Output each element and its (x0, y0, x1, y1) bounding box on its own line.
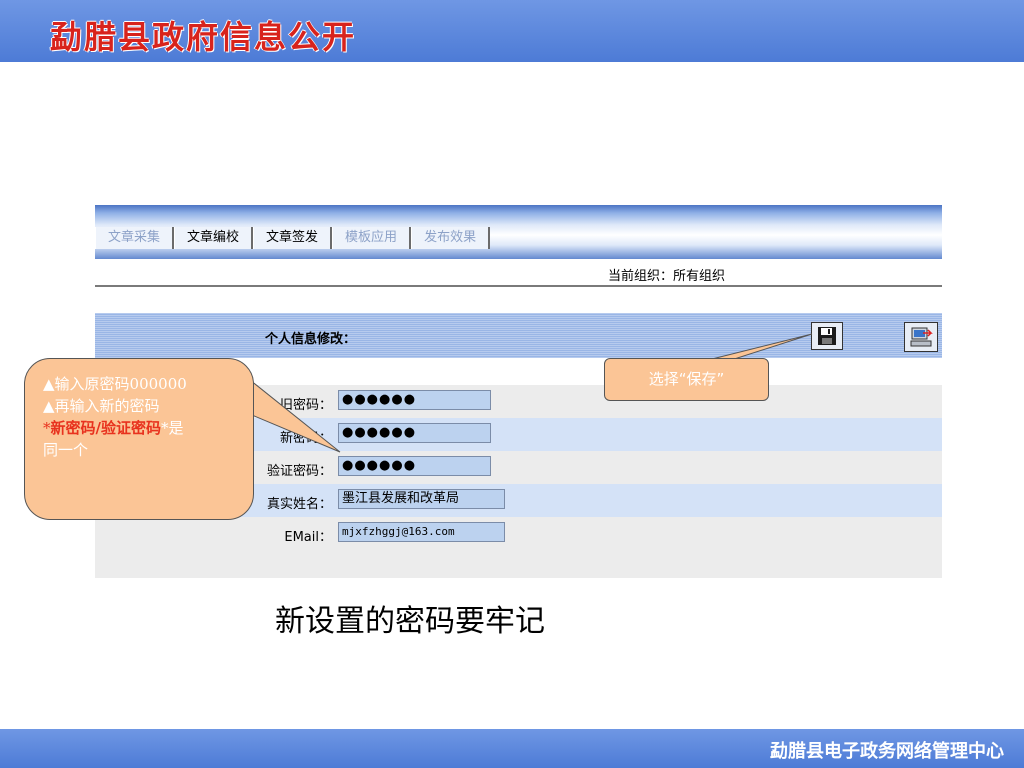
callout-line-3: *新密码/验证密码*是 (43, 417, 245, 439)
panel-title: 个人信息修改： (265, 332, 357, 347)
tab-article-edit[interactable]: 文章编校 (174, 227, 254, 249)
email-row: EMail： mjxfzhggj@163.com (95, 517, 942, 550)
panel-header: 个人信息修改： (95, 313, 942, 358)
tab-template-apply[interactable]: 模板应用 (332, 227, 412, 249)
callout-star-a: * (43, 419, 51, 437)
exit-button[interactable] (904, 322, 938, 352)
nav-tabs: 文章采集 文章编校 文章签发 模板应用 发布效果 (95, 227, 491, 251)
new-password-label: 新密码： (279, 431, 332, 446)
old-password-field[interactable]: ●●●●●● (338, 390, 491, 410)
callout-line-4: 同一个 (43, 441, 89, 459)
org-bar: 当前组织：所有组织 (95, 259, 942, 287)
tab-article-publish[interactable]: 文章签发 (253, 227, 333, 249)
header-bar: 勐腊县政府信息公开 (0, 0, 1024, 62)
callout-highlight: 新密码/验证密码 (50, 419, 161, 437)
email-label: EMail： (284, 530, 332, 545)
callout-star-b: *是 (160, 419, 184, 437)
page-title: 勐腊县政府信息公开 (50, 18, 357, 56)
footer-bar: 勐腊县电子政务网络管理中心 (0, 729, 1024, 768)
slide-caption: 新设置的密码要牢记 (275, 604, 545, 639)
current-org-label: 当前组织：所有组织 (608, 269, 726, 284)
old-password-label: 旧密码： (279, 398, 332, 413)
tab-strip: 文章采集 文章编校 文章签发 模板应用 发布效果 (95, 205, 942, 260)
tab-article-collect[interactable]: 文章采集 (95, 227, 175, 249)
email-field[interactable]: mjxfzhggj@163.com (338, 522, 505, 542)
confirm-password-label: 验证密码： (266, 464, 332, 479)
footer-text: 勐腊县电子政务网络管理中心 (770, 741, 1004, 762)
new-password-field[interactable]: ●●●●●● (338, 423, 491, 443)
exit-computer-icon (910, 327, 933, 347)
tab-publish-effect[interactable]: 发布效果 (411, 227, 491, 249)
real-name-label: 真实姓名： (266, 497, 332, 512)
confirm-password-field[interactable]: ●●●●●● (338, 456, 491, 476)
callout-line-2: ▲再输入新的密码 (43, 397, 160, 415)
password-instructions-callout: ▲输入原密码000000 ▲再输入新的密码 *新密码/验证密码*是 同一个 (24, 358, 254, 520)
form-footer-row (95, 550, 942, 578)
save-button[interactable] (811, 322, 843, 350)
save-hint-callout: 选择“保存” (604, 358, 769, 401)
real-name-field[interactable]: 墨江县发展和改革局 (338, 489, 505, 509)
floppy-disk-icon (818, 327, 836, 345)
callout-line-1: ▲输入原密码000000 (43, 375, 187, 393)
